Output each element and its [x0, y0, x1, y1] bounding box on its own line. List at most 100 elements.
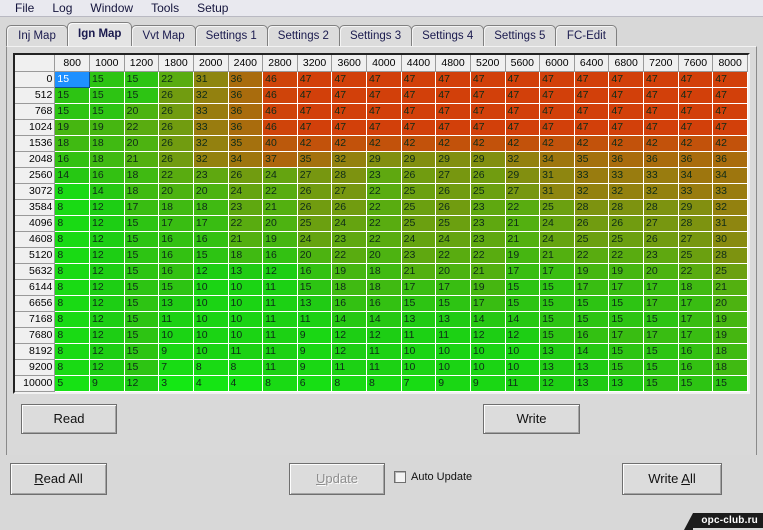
map-cell-r6-c15[interactable]: 33 [573, 166, 610, 184]
map-cell-r1-c15[interactable]: 47 [573, 86, 610, 104]
table-row[interactable]: 6656 8 12 15 13 10 10 11 13 16 16 15 15 17 15 15 15 15 17 1… [15, 294, 748, 312]
map-cell-r12-c13[interactable]: 17 [504, 262, 541, 280]
map-cell-r18-c16[interactable]: 15 [608, 358, 644, 376]
map-cell-r7-c13[interactable]: 27 [504, 182, 541, 200]
map-cell-r16-c15[interactable]: 16 [573, 326, 610, 344]
row-header-4608[interactable]: 4608 [15, 230, 56, 248]
map-cell-r0-c17[interactable]: 47 [643, 70, 679, 88]
map-cell-r13-c8[interactable]: 18 [331, 278, 367, 296]
row-header-512[interactable]: 512 [15, 86, 56, 104]
map-cell-r14-c1[interactable]: 12 [89, 294, 125, 312]
map-cell-r8-c12[interactable]: 23 [469, 198, 506, 216]
map-cell-r7-c5[interactable]: 24 [227, 182, 264, 200]
map-cell-r12-c5[interactable]: 13 [227, 262, 264, 280]
map-cell-r3-c4[interactable]: 33 [192, 118, 229, 136]
map-cell-r8-c3[interactable]: 18 [158, 198, 194, 216]
row-header-7680[interactable]: 7680 [15, 326, 56, 344]
map-cell-r16-c9[interactable]: 12 [366, 326, 402, 344]
map-cell-r2-c17[interactable]: 47 [643, 102, 679, 120]
row-header-6144[interactable]: 6144 [15, 278, 56, 296]
tab-ign-map[interactable]: Ign Map [67, 22, 133, 46]
map-cell-r3-c9[interactable]: 47 [366, 118, 402, 136]
map-cell-r19-c0[interactable]: 5 [54, 374, 90, 392]
map-cell-r7-c11[interactable]: 26 [435, 182, 471, 200]
map-cell-r12-c8[interactable]: 19 [331, 262, 367, 280]
map-cell-r1-c0[interactable]: 15 [54, 86, 90, 104]
map-cell-r12-c0[interactable]: 8 [54, 262, 90, 280]
map-cell-r7-c19[interactable]: 33 [712, 182, 748, 200]
map-cell-r1-c12[interactable]: 47 [469, 86, 506, 104]
map-cell-r17-c4[interactable]: 10 [192, 342, 229, 360]
map-cell-r13-c0[interactable]: 8 [54, 278, 90, 296]
map-cell-r14-c4[interactable]: 10 [192, 294, 229, 312]
map-cell-r4-c8[interactable]: 42 [331, 134, 367, 152]
map-cell-r16-c1[interactable]: 12 [89, 326, 125, 344]
map-cell-r5-c14[interactable]: 34 [539, 150, 575, 168]
map-cell-r12-c19[interactable]: 25 [712, 262, 748, 280]
map-cell-r18-c13[interactable]: 10 [504, 358, 541, 376]
map-cell-r15-c15[interactable]: 15 [573, 310, 610, 328]
map-cell-r0-c1[interactable]: 15 [89, 70, 125, 88]
map-cell-r17-c8[interactable]: 12 [331, 342, 367, 360]
map-cell-r19-c4[interactable]: 4 [192, 374, 229, 392]
map-cell-r10-c3[interactable]: 16 [158, 230, 194, 248]
table-row[interactable]: 9200 8 12 15 7 8 8 11 9 11 11 10 10 10 10 13 13 15 15 16 18 [15, 358, 748, 376]
map-cell-r19-c7[interactable]: 6 [296, 374, 333, 392]
tab-settings-3[interactable]: Settings 3 [338, 25, 413, 46]
map-cell-r1-c10[interactable]: 47 [400, 86, 437, 104]
map-cell-r11-c11[interactable]: 22 [435, 246, 471, 264]
map-cell-r9-c6[interactable]: 20 [262, 214, 298, 232]
map-cell-r2-c14[interactable]: 47 [539, 102, 575, 120]
map-cell-r11-c3[interactable]: 16 [158, 246, 194, 264]
map-cell-r19-c14[interactable]: 12 [539, 374, 575, 392]
table-row[interactable]: 3584 8 12 17 18 18 23 21 26 26 22 25 26 23 22 25 28 28 28 2… [15, 198, 748, 216]
map-cell-r3-c3[interactable]: 26 [158, 118, 194, 136]
menu-item-log[interactable]: Log [43, 0, 81, 16]
map-cell-r6-c9[interactable]: 23 [366, 166, 402, 184]
map-cell-r15-c14[interactable]: 15 [539, 310, 575, 328]
map-cell-r17-c13[interactable]: 10 [504, 342, 541, 360]
map-cell-r3-c12[interactable]: 47 [469, 118, 506, 136]
map-cell-r0-c14[interactable]: 47 [539, 70, 575, 88]
map-cell-r2-c3[interactable]: 26 [158, 102, 194, 120]
map-cell-r19-c12[interactable]: 9 [469, 374, 506, 392]
map-cell-r19-c5[interactable]: 4 [227, 374, 264, 392]
map-cell-r14-c19[interactable]: 20 [712, 294, 748, 312]
map-cell-r4-c1[interactable]: 18 [89, 134, 125, 152]
map-cell-r9-c11[interactable]: 25 [435, 214, 471, 232]
map-cell-r18-c7[interactable]: 9 [296, 358, 333, 376]
map-cell-r1-c5[interactable]: 36 [227, 86, 264, 104]
map-cell-r17-c9[interactable]: 11 [366, 342, 402, 360]
map-table-body[interactable]: 0 15 15 15 22 31 36 46 47 47 47 47 47 47 47 47 47 47 47 47 4… [15, 70, 748, 392]
map-cell-r6-c14[interactable]: 31 [539, 166, 575, 184]
row-header-5632[interactable]: 5632 [15, 262, 56, 280]
map-cell-r12-c4[interactable]: 12 [192, 262, 229, 280]
table-row[interactable]: 5632 8 12 15 16 12 13 12 16 19 18 21 20 21 17 17 19 19 20 2… [15, 262, 748, 280]
row-header-3072[interactable]: 3072 [15, 182, 56, 200]
map-cell-r15-c3[interactable]: 11 [158, 310, 194, 328]
map-cell-r3-c7[interactable]: 47 [296, 118, 333, 136]
table-row[interactable]: 8192 8 12 15 9 10 11 11 9 12 11 10 10 10 10 13 14 15 15 16 1… [15, 342, 748, 360]
map-cell-r12-c1[interactable]: 12 [89, 262, 125, 280]
map-cell-r10-c11[interactable]: 24 [435, 230, 471, 248]
map-cell-r6-c4[interactable]: 23 [192, 166, 229, 184]
map-grid-container[interactable]: 800 1000 1200 1800 2000 2400 2800 3200 3600 4000 4… [13, 53, 750, 394]
map-cell-r10-c4[interactable]: 16 [192, 230, 229, 248]
map-cell-r17-c10[interactable]: 10 [400, 342, 437, 360]
map-cell-r3-c13[interactable]: 47 [504, 118, 541, 136]
map-cell-r18-c8[interactable]: 11 [331, 358, 367, 376]
map-cell-r0-c7[interactable]: 47 [296, 70, 333, 88]
map-cell-r14-c17[interactable]: 17 [643, 294, 679, 312]
map-cell-r6-c7[interactable]: 27 [296, 166, 333, 184]
map-cell-r4-c0[interactable]: 18 [54, 134, 90, 152]
map-cell-r11-c10[interactable]: 23 [400, 246, 437, 264]
map-cell-r4-c16[interactable]: 42 [608, 134, 644, 152]
map-cell-r5-c12[interactable]: 29 [469, 150, 506, 168]
map-cell-r11-c6[interactable]: 16 [262, 246, 298, 264]
map-cell-r17-c7[interactable]: 9 [296, 342, 333, 360]
map-cell-r15-c6[interactable]: 11 [262, 310, 298, 328]
map-cell-r0-c2[interactable]: 15 [123, 70, 160, 88]
map-cell-r9-c5[interactable]: 22 [227, 214, 264, 232]
map-cell-r0-c10[interactable]: 47 [400, 70, 437, 88]
map-cell-r11-c2[interactable]: 15 [123, 246, 160, 264]
